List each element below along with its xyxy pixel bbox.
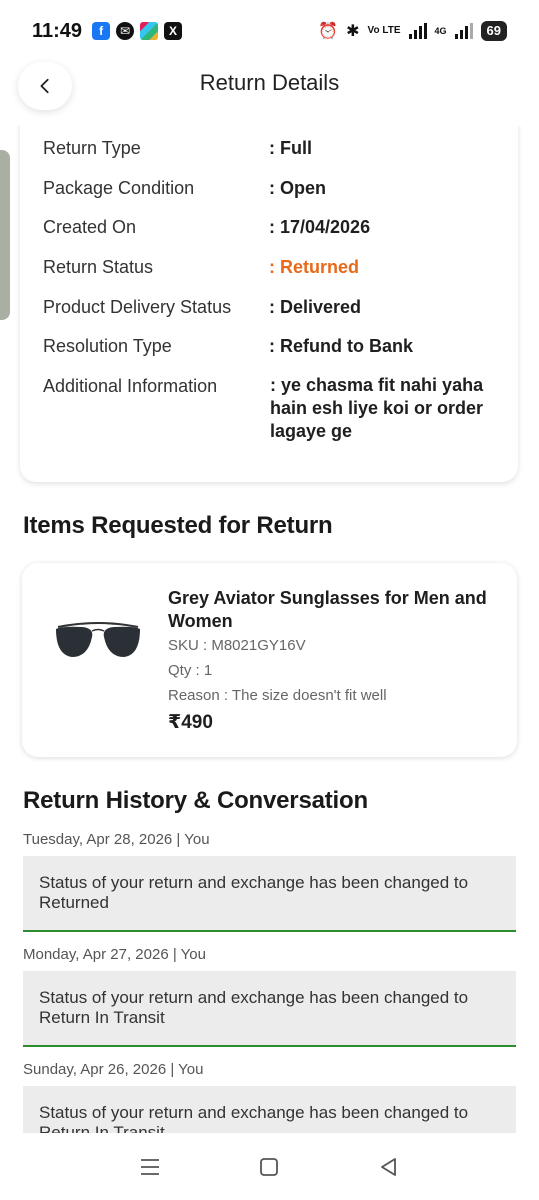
item-reason: Reason : The size doesn't fit well (168, 687, 387, 704)
item-name: Grey Aviator Sunglasses for Men and Wome… (168, 588, 487, 631)
detail-value: : Open (269, 178, 326, 198)
app-header: Return Details (0, 62, 539, 126)
history-date: Monday, Apr 27, 2026 | You (23, 946, 206, 963)
additional-info-value: : ye chasma fit nahi yaha hain esh liye … (270, 375, 484, 441)
detail-value: : 17/04/2026 (269, 217, 371, 237)
item-qty: Qty : 1 (168, 662, 213, 679)
battery-indicator: 69 (480, 21, 507, 41)
back-triangle-icon (381, 1157, 397, 1176)
items-section-title: Items Requested for Return (23, 512, 333, 539)
detail-row-return-status: Return Status : Returned (43, 257, 513, 278)
detail-row-delivery-status: Product Delivery Status : Delivered (43, 297, 513, 318)
status-bar: 11:49 f ✉ X ⏰ ✱ Vo LTE 4G 69 (0, 0, 539, 62)
detail-label: Package Condition (43, 178, 195, 198)
history-message: Status of your return and exchange has b… (23, 1086, 516, 1136)
return-details-card: Return Type : Full Package Condition : O… (20, 110, 518, 482)
detail-value: : Refund to Bank (269, 336, 413, 356)
x-icon: X (164, 22, 183, 40)
history-section-title: Return History & Conversation (23, 787, 368, 814)
detail-row-return-type: Return Type : Full (43, 138, 513, 159)
detail-label: Created On (43, 217, 137, 237)
detail-row-created-on: Created On : 17/04/2026 (43, 217, 513, 238)
item-price: ₹490 (168, 712, 213, 733)
slack-icon (140, 22, 159, 40)
sunglasses-image (56, 622, 140, 657)
history-date: Tuesday, Apr 28, 2026 | You (23, 831, 210, 848)
facebook-icon: f (92, 22, 111, 40)
detail-value: : Delivered (269, 297, 362, 317)
detail-label: Resolution Type (43, 336, 172, 356)
return-status-value: : Returned (269, 257, 359, 277)
network-4g-label: 4G (434, 26, 447, 36)
home-square-icon (260, 1157, 279, 1176)
history-message: Status of your return and exchange has b… (23, 971, 516, 1047)
signal-icon-2 (454, 23, 473, 39)
detail-label: Product Delivery Status (43, 297, 232, 317)
volte-label: Vo LTE (367, 25, 401, 36)
history-date: Sunday, Apr 26, 2026 | You (23, 1061, 204, 1078)
page-title: Return Details (199, 70, 340, 95)
messenger-icon: ✉ (116, 22, 135, 40)
detail-label: Return Type (43, 138, 141, 158)
detail-label: Additional Information (43, 376, 218, 396)
history-message: Status of your return and exchange has b… (23, 856, 516, 932)
menu-icon (140, 1158, 159, 1175)
recent-apps-button[interactable] (130, 1147, 170, 1187)
bluetooth-icon: ✱ (346, 23, 360, 40)
back-nav-button[interactable] (369, 1147, 409, 1187)
alarm-icon: ⏰ (318, 23, 339, 40)
detail-row-resolution-type: Resolution Type : Refund to Bank (43, 336, 513, 357)
side-scroll-handle[interactable] (0, 150, 10, 320)
return-item-card[interactable]: Grey Aviator Sunglasses for Men and Wome… (22, 563, 517, 757)
detail-value: : Full (269, 138, 312, 158)
home-button[interactable] (249, 1147, 289, 1187)
item-sku: SKU : M8021GY16V (168, 637, 306, 654)
detail-row-package-condition: Package Condition : Open (43, 178, 513, 199)
status-time: 11:49 (32, 19, 83, 42)
status-right: ⏰ ✱ Vo LTE 4G 69 (318, 21, 507, 41)
system-nav-bar (0, 1133, 539, 1200)
signal-icon (408, 23, 427, 39)
detail-label: Return Status (43, 257, 154, 277)
